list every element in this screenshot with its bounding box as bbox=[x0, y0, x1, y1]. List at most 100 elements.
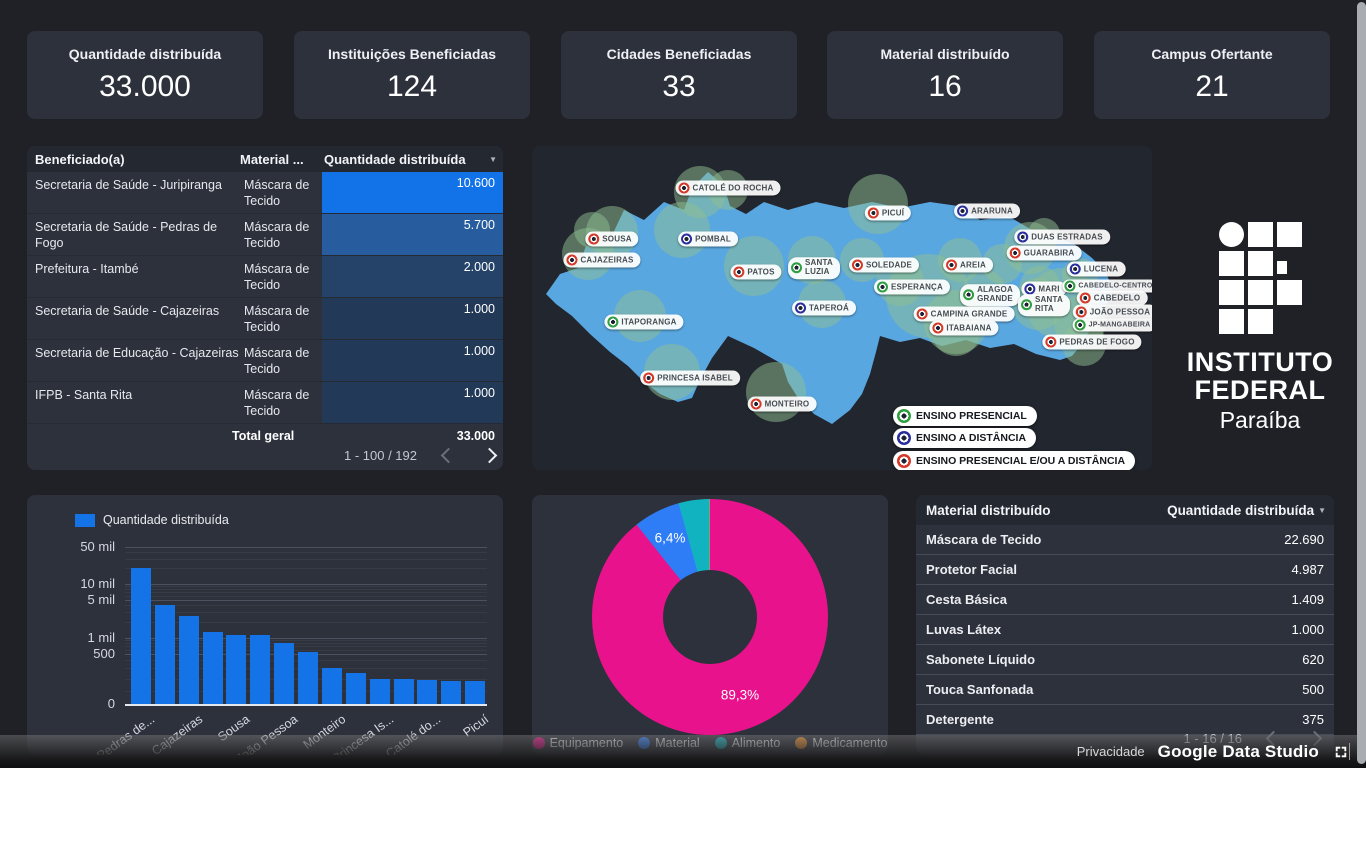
privacy-link[interactable]: Privacidade bbox=[1077, 744, 1145, 759]
quantidade-heat-cell: 10.600 bbox=[322, 172, 503, 213]
city-label-jp-mangabeira[interactable]: JP-MANGABEIRA bbox=[1073, 319, 1152, 332]
city-label-jo-o-pessoa[interactable]: JOÃO PESSOA bbox=[1073, 305, 1152, 320]
city-label-text: CABEDELO-CENTRO bbox=[1078, 283, 1152, 290]
city-label-pedras-de-fogo[interactable]: PEDRAS DE FOGO bbox=[1042, 335, 1141, 350]
fullscreen-button[interactable] bbox=[1332, 743, 1350, 761]
bar-5[interactable] bbox=[250, 635, 270, 704]
data-studio-dashboard: Quantidade distribuída 33.000 Instituiçõ… bbox=[0, 0, 1366, 768]
material-cell: Luvas Látex bbox=[916, 622, 1291, 637]
city-marker-icon bbox=[868, 208, 879, 219]
city-label-text: ARARUNA bbox=[971, 207, 1013, 216]
kpi-card-instituicoes: Instituições Beneficiadas 124 bbox=[294, 31, 530, 119]
quantidade-cell: 500 bbox=[1302, 682, 1334, 697]
table-row: Secretaria de Saúde - JuripirangaMáscara… bbox=[27, 172, 503, 214]
city-label-sousa[interactable]: SOUSA bbox=[585, 232, 638, 247]
city-label-areia[interactable]: AREIA bbox=[943, 258, 993, 273]
city-marker-icon bbox=[932, 323, 943, 334]
bar-0[interactable] bbox=[131, 568, 151, 704]
bar-3[interactable] bbox=[203, 632, 223, 704]
city-label-guarabira[interactable]: GUARABIRA bbox=[1007, 246, 1082, 261]
bar-14[interactable] bbox=[465, 681, 485, 704]
city-label-lucena[interactable]: LUCENA bbox=[1067, 262, 1126, 277]
city-label-santa[interactable]: SANTARITA bbox=[1018, 294, 1070, 316]
city-label-araruna[interactable]: ARARUNA bbox=[954, 204, 1020, 219]
city-label-monteiro[interactable]: MONTEIRO bbox=[748, 397, 817, 412]
bar-12[interactable] bbox=[417, 680, 437, 704]
city-label-text: MONTEIRO bbox=[765, 400, 810, 409]
city-label-alagoa[interactable]: ALAGOAGRANDE bbox=[960, 284, 1020, 306]
bar-1[interactable] bbox=[155, 605, 175, 704]
page-scrollbar-thumb[interactable] bbox=[1357, 2, 1366, 764]
map-legend-presencial: ENSINO PRESENCIAL bbox=[893, 406, 1037, 426]
bar-2[interactable] bbox=[179, 616, 199, 704]
minor-gridline bbox=[125, 586, 487, 587]
kpi-value: 33.000 bbox=[99, 70, 191, 104]
city-label-text: ITABAIANA bbox=[946, 324, 991, 333]
material-cell: Touca Sanfonada bbox=[916, 682, 1302, 697]
city-label-princesa-isabel[interactable]: PRINCESA ISABEL bbox=[640, 371, 740, 386]
minor-gridline bbox=[125, 592, 487, 593]
city-label-soledade[interactable]: SOLEDADE bbox=[849, 258, 919, 273]
city-label-text: JOÃO PESSOA bbox=[1090, 308, 1150, 317]
bar-8[interactable] bbox=[322, 668, 342, 704]
city-label-patos[interactable]: PATOS bbox=[730, 265, 781, 280]
city-label-santa[interactable]: SANTALUZIA bbox=[788, 257, 840, 279]
bar-9[interactable] bbox=[346, 673, 366, 704]
city-bubble[interactable] bbox=[654, 202, 710, 258]
city-marker-icon bbox=[963, 290, 974, 301]
bar-10[interactable] bbox=[370, 679, 390, 704]
city-label-tapero-[interactable]: TAPEROÁ bbox=[792, 301, 856, 316]
city-label-cabedelo[interactable]: CABEDELO bbox=[1077, 291, 1148, 306]
city-label-campina-grande[interactable]: CAMPINA GRANDE bbox=[914, 307, 1015, 322]
material-table-body: Máscara de Tecido22.690Protetor Facial4.… bbox=[916, 525, 1334, 735]
city-label-esperan-a[interactable]: ESPERANÇA bbox=[874, 280, 950, 295]
city-label-text: GUARABIRA bbox=[1024, 249, 1075, 258]
city-marker-icon bbox=[1024, 284, 1035, 295]
legend-label: ENSINO A DISTÂNCIA bbox=[916, 432, 1026, 444]
city-label-picu-[interactable]: PICUÍ bbox=[865, 206, 911, 221]
kpi-value: 124 bbox=[387, 70, 437, 104]
bar-13[interactable] bbox=[441, 681, 461, 704]
bar-4[interactable] bbox=[226, 635, 246, 704]
minor-gridline bbox=[125, 559, 487, 560]
kpi-label: Campus Ofertante bbox=[1151, 46, 1272, 62]
city-bubble[interactable] bbox=[848, 174, 908, 234]
city-marker-icon bbox=[588, 234, 599, 245]
beneficiario-cell: Prefeitura - Itambé bbox=[27, 256, 244, 297]
city-label-pombal[interactable]: POMBAL bbox=[678, 232, 738, 247]
bar-6[interactable] bbox=[274, 643, 294, 704]
beneficiario-cell: Secretaria de Saúde - Cajazeiras bbox=[27, 298, 244, 339]
header-material-distribuido[interactable]: Material distribuído bbox=[916, 503, 1167, 518]
major-gridline bbox=[125, 547, 487, 548]
header-quantidade[interactable]: Quantidade distribuída ▼ bbox=[1167, 503, 1334, 518]
header-beneficiado[interactable]: Beneficiado(a) bbox=[27, 152, 240, 167]
city-label-text: SANTALUZIA bbox=[805, 259, 833, 277]
next-page-icon[interactable] bbox=[482, 447, 498, 463]
city-label-text: ESPERANÇA bbox=[891, 283, 943, 292]
city-label-line: RITA bbox=[1035, 305, 1063, 314]
city-label-text: CAMPINA GRANDE bbox=[931, 310, 1008, 319]
material-cell: Sabonete Líquido bbox=[916, 652, 1302, 667]
google-data-studio-link[interactable]: Google Data Studio bbox=[1158, 742, 1319, 762]
city-label-catol-do-rocha[interactable]: CATOLÉ DO ROCHA bbox=[676, 181, 781, 196]
city-marker-icon bbox=[1045, 337, 1056, 348]
legend-label: Quantidade distribuída bbox=[103, 513, 229, 527]
logo-text-instituto: INSTITUTO bbox=[1180, 348, 1340, 376]
legend-label: ENSINO PRESENCIAL bbox=[916, 410, 1027, 422]
city-bubble[interactable] bbox=[746, 362, 806, 422]
y-axis-tick-label: 10 mil bbox=[41, 576, 115, 591]
header-quantidade[interactable]: Quantidade distribuída ▼ bbox=[318, 152, 503, 167]
city-label-duas-estradas[interactable]: DUAS ESTRADAS bbox=[1014, 230, 1110, 245]
city-marker-icon bbox=[607, 317, 618, 328]
donut-hole bbox=[663, 570, 757, 664]
beneficiario-cell: Secretaria de Saúde - Pedras de Fogo bbox=[27, 214, 244, 255]
city-label-itaporanga[interactable]: ITAPORANGA bbox=[604, 315, 683, 330]
city-label-cajazeiras[interactable]: CAJAZEIRAS bbox=[563, 253, 640, 268]
bar-7[interactable] bbox=[298, 652, 318, 704]
bar-11[interactable] bbox=[394, 679, 414, 704]
quantidade-cell: 620 bbox=[1302, 652, 1334, 667]
header-material[interactable]: Material ... bbox=[240, 152, 318, 167]
prev-page-icon[interactable] bbox=[441, 447, 457, 463]
city-label-itabaiana[interactable]: ITABAIANA bbox=[929, 321, 998, 336]
beneficiario-cell: Secretaria de Saúde - Juripiranga bbox=[27, 172, 244, 213]
